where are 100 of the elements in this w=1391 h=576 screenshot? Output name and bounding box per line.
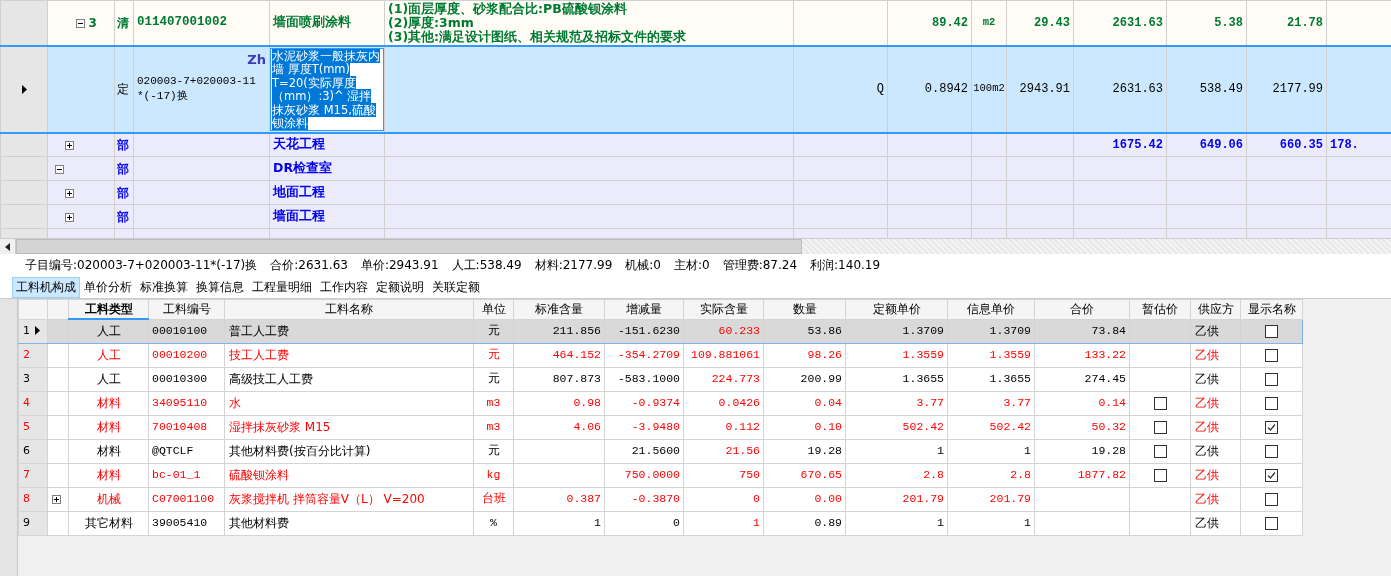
column-header[interactable]: 单位 <box>473 299 514 319</box>
checkbox[interactable] <box>1153 397 1167 410</box>
table-cell: 0 <box>683 487 764 511</box>
column-header[interactable]: 实际含量 <box>683 299 764 319</box>
table-cell: 4.06 <box>513 415 605 439</box>
expand-icon[interactable] <box>52 495 61 504</box>
table-cell: 天花工程 <box>269 132 385 157</box>
table-cell: 1.3655 <box>845 367 948 391</box>
checkbox[interactable] <box>1153 421 1167 434</box>
column-header[interactable]: 供应方 <box>1190 299 1241 319</box>
table-cell: m2 <box>971 0 1007 46</box>
tab[interactable]: 单价分析 <box>80 277 136 298</box>
table-cell: 湿拌抹灰砂浆 M15 <box>224 415 474 439</box>
summary-item: 子目编号:020003-7+020003-11*(-17)换 <box>25 257 258 274</box>
mode-label: Zh <box>247 50 266 69</box>
table-cell: 670.65 <box>763 463 846 487</box>
table-cell: 乙供 <box>1190 511 1241 535</box>
summary-item: 利润:140.19 <box>810 257 881 274</box>
column-header[interactable]: 信息单价 <box>947 299 1035 319</box>
column-header[interactable]: 暂估价 <box>1129 299 1191 319</box>
table-cell: 乙供 <box>1190 343 1241 367</box>
table-cell: 50.32 <box>1034 415 1130 439</box>
checkbox[interactable] <box>1153 469 1167 482</box>
feature-line: (1)面层厚度、砂浆配合比:PB硫酸钡涂料 <box>388 1 628 16</box>
column-header[interactable]: 增减量 <box>604 299 684 319</box>
table-cell: 211.856 <box>513 319 605 343</box>
table-cell: 1 <box>513 511 605 535</box>
column-header[interactable]: 显示名称 <box>1240 299 1303 319</box>
scrollbar-thumb[interactable] <box>16 239 802 254</box>
row-number: 6 <box>23 443 30 457</box>
table-cell: 5.38 <box>1166 0 1247 46</box>
table-cell: 98.26 <box>763 343 846 367</box>
table-cell: 1877.82 <box>1034 463 1130 487</box>
tab[interactable]: 关联定额 <box>428 277 484 298</box>
collapse-icon[interactable] <box>54 164 64 174</box>
table-cell: 材料 <box>68 463 149 487</box>
table-cell: C07001100 <box>148 487 225 511</box>
table-cell: 元 <box>473 343 514 367</box>
collapse-icon[interactable] <box>75 18 85 28</box>
item-code: 020003-7+020003-11*(-17)换 <box>137 74 257 104</box>
table-cell: m3 <box>473 391 514 415</box>
checkbox[interactable] <box>1265 469 1278 482</box>
checkbox[interactable] <box>1265 445 1278 458</box>
table-cell: 机械 <box>68 487 149 511</box>
table-cell: 0.10 <box>763 415 846 439</box>
table-cell: 2631.63 <box>1073 45 1167 133</box>
checkbox[interactable] <box>1153 445 1167 458</box>
table-cell: 21.5600 <box>604 439 684 463</box>
table-cell: 00010300 <box>148 367 225 391</box>
tab[interactable]: 定额说明 <box>372 277 428 298</box>
table-cell: 70010408 <box>148 415 225 439</box>
table-cell: 墙面工程 <box>269 204 385 229</box>
column-header[interactable]: 定额单价 <box>845 299 948 319</box>
row-number: 2 <box>23 347 30 361</box>
table-cell: Q <box>793 45 888 133</box>
column-header[interactable]: 标准含量 <box>513 299 605 319</box>
table-cell: 2943.91 <box>1006 45 1074 133</box>
tab[interactable]: 工程量明细 <box>248 277 316 298</box>
column-header[interactable]: 工料编号 <box>148 299 225 319</box>
checkbox[interactable] <box>1265 493 1278 506</box>
checkbox[interactable] <box>1265 349 1278 362</box>
row-number: 8 <box>23 491 30 505</box>
table-cell: 1 <box>947 511 1035 535</box>
summary-item: 合价:2631.63 <box>270 257 348 274</box>
checkbox[interactable] <box>1265 325 1278 338</box>
expand-icon[interactable] <box>65 140 74 150</box>
table-cell: 0.14 <box>1034 391 1130 415</box>
table-cell: 乙供 <box>1190 367 1241 391</box>
text-input[interactable]: 水泥砂浆一般抹灰内墙 厚度T(mm) T=20(实际厚度（mm）:3)^ 湿拌抹灰砂浆 M15,硫酸钡涂料 <box>270 47 384 131</box>
tab[interactable]: 换算信息 <box>192 277 248 298</box>
column-header[interactable]: 数量 <box>763 299 846 319</box>
table-cell: 750 <box>683 463 764 487</box>
tab[interactable]: 标准换算 <box>136 277 192 298</box>
feature-line: (2)厚度:3mm <box>388 15 474 30</box>
table-cell: 台班 <box>473 487 514 511</box>
table-cell: 0.98 <box>513 391 605 415</box>
table-cell: 538.49 <box>1166 45 1247 133</box>
table-cell: 0.387 <box>513 487 605 511</box>
column-header[interactable]: 合价 <box>1034 299 1130 319</box>
expand-icon[interactable] <box>65 212 74 222</box>
table-cell: 2.8 <box>845 463 948 487</box>
table-cell: 807.873 <box>513 367 605 391</box>
summary-item: 人工:538.49 <box>451 257 522 274</box>
table-cell: 89.42 <box>887 0 972 46</box>
table-cell: 2631.63 <box>1073 0 1167 46</box>
checkbox[interactable] <box>1265 373 1278 386</box>
tab[interactable]: 工作内容 <box>316 277 372 298</box>
checkbox[interactable] <box>1265 397 1278 410</box>
summary-item: 材料:2177.99 <box>534 257 613 274</box>
table-cell: 0.0426 <box>683 391 764 415</box>
tab[interactable]: 工料机构成 <box>12 277 80 298</box>
column-header[interactable]: 工料类型 <box>68 299 149 319</box>
table-cell: 3.77 <box>845 391 948 415</box>
table-cell: 1 <box>683 511 764 535</box>
checkbox[interactable] <box>1265 421 1278 434</box>
table-cell: 材料 <box>68 391 149 415</box>
expand-icon[interactable] <box>65 188 74 198</box>
checkbox[interactable] <box>1265 517 1278 530</box>
table-cell: 乙供 <box>1190 415 1241 439</box>
column-header[interactable]: 工料名称 <box>224 299 474 319</box>
